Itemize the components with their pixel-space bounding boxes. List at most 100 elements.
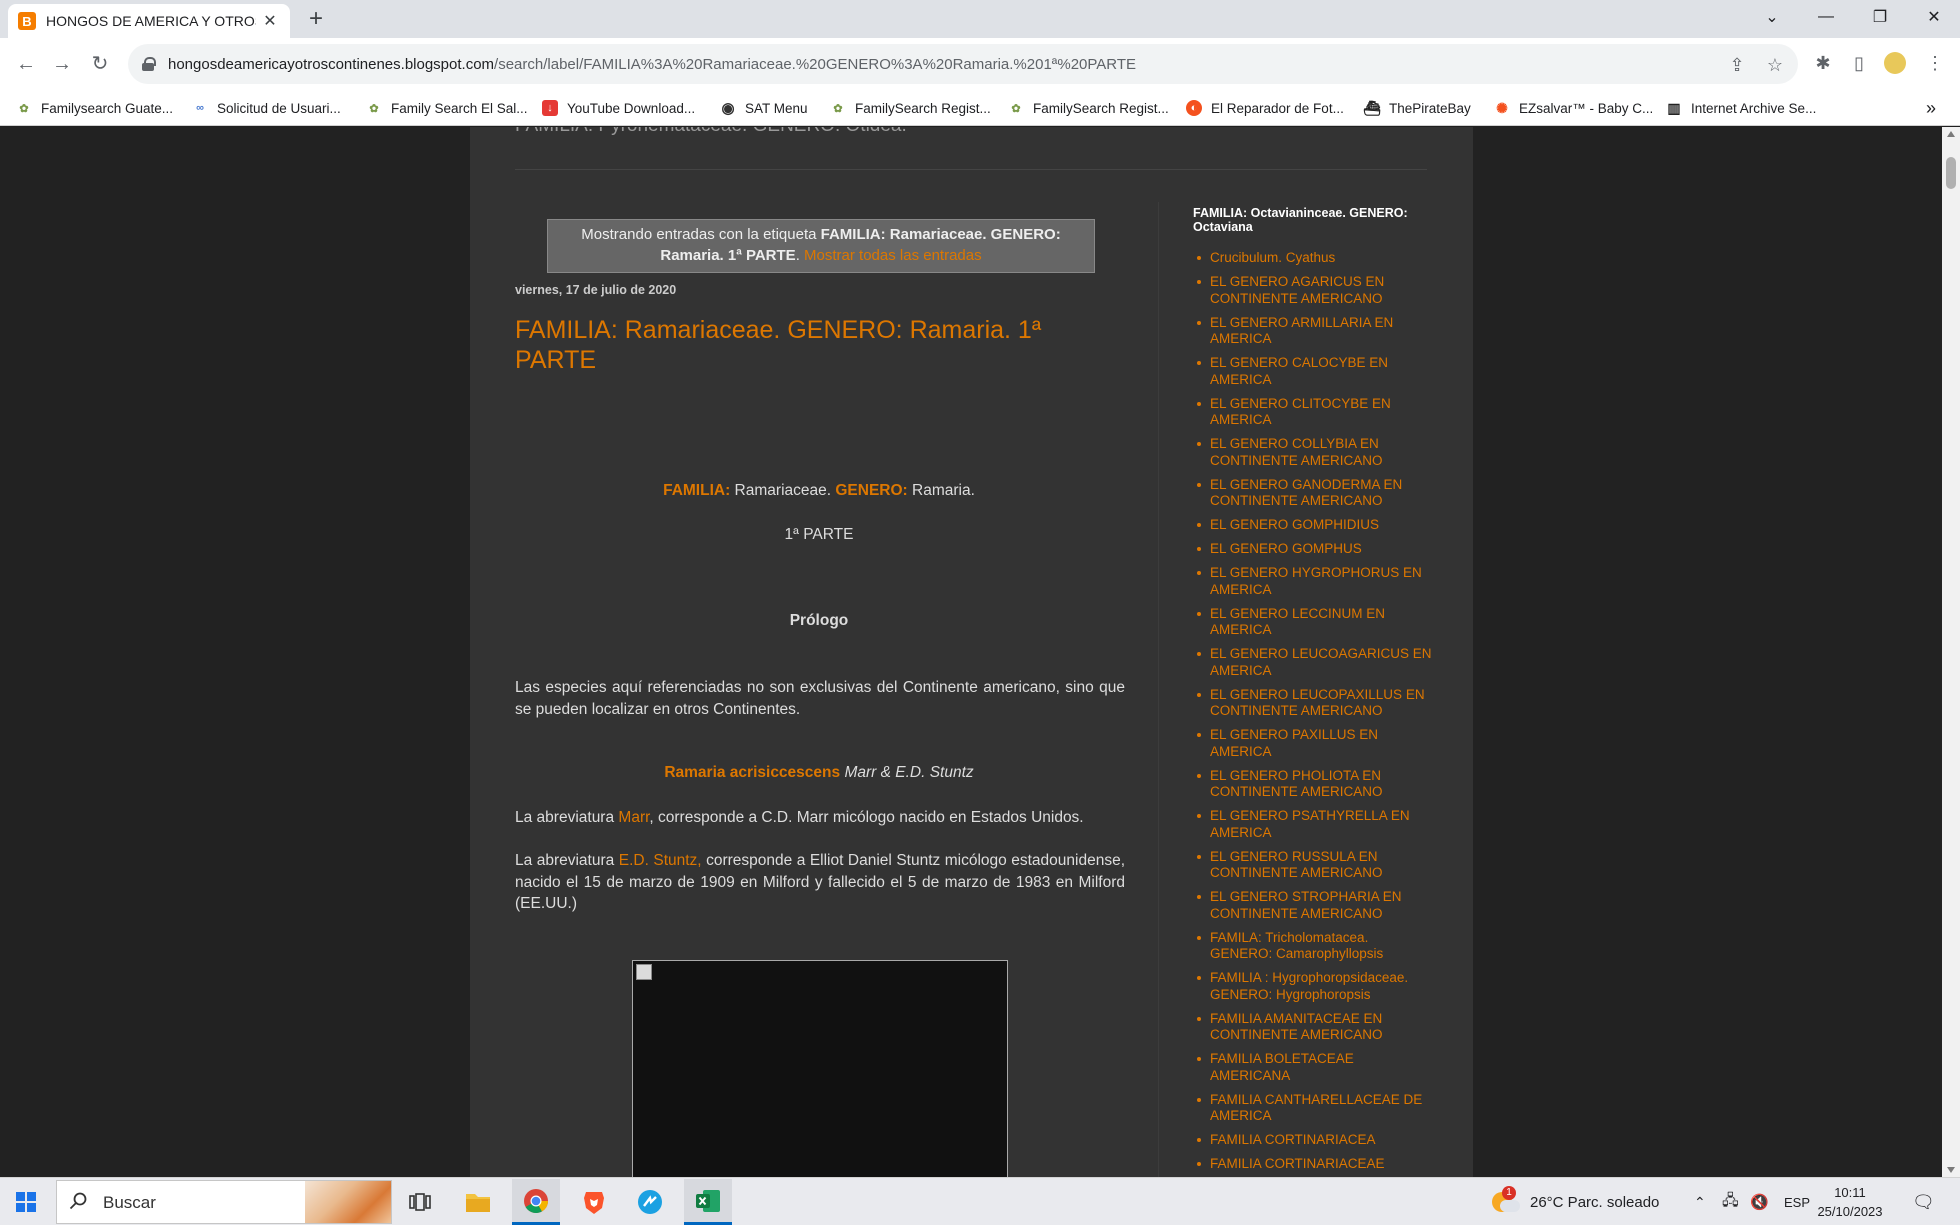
scroll-thumb[interactable]	[1946, 157, 1956, 189]
page-viewport: FAMILIA: Pyronemataceae. GENERO: Otidea.…	[0, 127, 1942, 1177]
lock-icon[interactable]	[142, 57, 156, 71]
speed-app-icon[interactable]	[626, 1179, 674, 1225]
page-scrollbar[interactable]	[1942, 127, 1960, 1177]
bookmark-item[interactable]: ↓ YouTube Download...	[542, 90, 695, 126]
post-title[interactable]: FAMILIA: Ramariaceae. GENERO: Ramaria. 1…	[515, 315, 1075, 375]
search-icon	[69, 1192, 87, 1210]
minimize-button[interactable]: —	[1800, 0, 1852, 34]
sidebar-item[interactable]: EL GENERO STROPHARIA EN CONTINENTE AMERI…	[1193, 889, 1433, 922]
sidebar-item[interactable]: EL GENERO LEUCOPAXILLUS EN CONTINENTE AM…	[1193, 687, 1433, 720]
bookmark-item[interactable]: ▥ Internet Archive Se...	[1666, 90, 1816, 126]
sidebar-item[interactable]: EL GENERO PSATHYRELLA EN AMERICA	[1193, 808, 1433, 841]
weather-text: 26°C Parc. soleado	[1530, 1193, 1660, 1211]
tray-overflow-icon[interactable]: ⌃	[1694, 1178, 1706, 1225]
sidebar-item[interactable]: EL GENERO ARMILLARIA EN AMERICA	[1193, 315, 1433, 348]
bookmarks-overflow-button[interactable]: »	[1926, 90, 1936, 126]
bookmark-item[interactable]: ✿ FamilySearch Regist...	[830, 90, 990, 126]
sidebar-item[interactable]: EL GENERO PHOLIOTA EN CONTINENTE AMERICA…	[1193, 768, 1433, 801]
scroll-down-icon[interactable]	[1947, 1167, 1955, 1173]
tab-active[interactable]: B HONGOS DE AMERICA Y OTROS CONTINENTES …	[8, 4, 290, 38]
sidebar-label-list: Crucibulum. Cyathus EL GENERO AGARICUS E…	[1193, 250, 1433, 1173]
intro-paragraph: Las especies aquí referenciadas no son e…	[515, 679, 1125, 718]
marr-link[interactable]: Marr	[618, 809, 649, 826]
sidebar-item[interactable]: EL GENERO GOMPHUS	[1193, 541, 1433, 558]
sidebar-item[interactable]: FAMILIA : Hygrophoropsidaceae. GENERO: H…	[1193, 970, 1433, 1003]
menu-kebab-icon[interactable]: ⋮	[1924, 52, 1946, 74]
forward-icon[interactable]: →	[48, 50, 76, 78]
sidebar-item[interactable]: EL GENERO GOMPHIDIUS	[1193, 517, 1433, 534]
broken-image-icon	[636, 964, 652, 980]
share-icon[interactable]: ⇪	[1726, 54, 1748, 76]
sidebar-item[interactable]: EL GENERO LECCINUM EN AMERICA	[1193, 606, 1433, 639]
sidebar-item[interactable]: FAMILA: Tricholomatacea. GENERO: Camarop…	[1193, 930, 1433, 963]
family-genus-line: FAMILIA: Ramariaceae. GENERO: Ramaria.	[663, 482, 975, 499]
sidebar-item[interactable]: Crucibulum. Cyathus	[1193, 250, 1433, 267]
volume-muted-icon[interactable]: 🔇	[1750, 1178, 1769, 1225]
close-window-button[interactable]: ✕	[1908, 0, 1960, 34]
weather-widget[interactable]: 1 26°C Parc. soleado	[1490, 1178, 1659, 1225]
sidebar-item[interactable]: FAMILIA AMANITACEAE EN CONTINENTE AMERIC…	[1193, 1011, 1433, 1044]
restore-button[interactable]: ❐	[1854, 0, 1906, 34]
windows-taskbar: Buscar 1 26°C Parc. soleado ⌃ 🖧 🔇 ESP 10…	[0, 1177, 1960, 1225]
excel-icon[interactable]	[684, 1179, 732, 1225]
sidebar-item[interactable]: EL GENERO GANODERMA EN CONTINENTE AMERIC…	[1193, 477, 1433, 510]
label-filter-box: Mostrando entradas con la etiqueta FAMIL…	[547, 219, 1095, 273]
sidebar-item[interactable]: FAMILIA CANTHARELLACEAE DE AMERICA	[1193, 1092, 1433, 1125]
notifications-icon[interactable]: 🗨	[1912, 1178, 1935, 1225]
sidebar-item[interactable]: EL GENERO PAXILLUS EN AMERICA	[1193, 727, 1433, 760]
sidebar-item[interactable]: EL GENERO COLLYBIA EN CONTINENTE AMERICA…	[1193, 436, 1433, 469]
windows-start-icon[interactable]	[16, 1192, 36, 1212]
sidebar-item[interactable]: EL GENERO RUSSULA EN CONTINENTE AMERICAN…	[1193, 849, 1433, 882]
scroll-up-icon[interactable]	[1947, 131, 1955, 137]
sidebar-item[interactable]: EL GENERO CALOCYBE EN AMERICA	[1193, 355, 1433, 388]
header-divider	[515, 169, 1427, 170]
sidebar-item[interactable]: FAMILIA CORTINARIACEAE	[1193, 1156, 1433, 1173]
url-text[interactable]: hongosdeamericayotroscontinenes.blogspot…	[168, 56, 1136, 73]
close-tab-icon[interactable]: ✕	[260, 11, 280, 31]
profile-avatar[interactable]	[1884, 52, 1906, 74]
brave-icon[interactable]	[570, 1179, 618, 1225]
network-icon[interactable]: 🖧	[1722, 1178, 1739, 1225]
sidebar-item[interactable]: FAMILIA BOLETACEAE AMERICANA	[1193, 1051, 1433, 1084]
new-tab-button[interactable]: +	[302, 6, 330, 34]
file-explorer-icon[interactable]	[454, 1179, 502, 1225]
task-view-icon[interactable]	[396, 1179, 444, 1225]
bookmark-item[interactable]: ✿ Familysearch Guate...	[16, 90, 173, 126]
sidebar-title[interactable]: FAMILIA: Octavianinceae. GENERO: Octavia…	[1193, 206, 1433, 234]
bookmark-item[interactable]: ⛴ ThePirateBay	[1363, 90, 1471, 126]
side-panel-icon[interactable]: ▯	[1848, 52, 1870, 74]
show-all-posts-link[interactable]: Mostrar todas las entradas	[804, 247, 982, 264]
post-date: viernes, 17 de julio de 2020	[515, 283, 677, 297]
bookmark-item[interactable]: ✺ EZsalvar™ - Baby C...	[1494, 90, 1653, 126]
sidebar-item[interactable]: EL GENERO HYGROPHORUS EN AMERICA	[1193, 565, 1433, 598]
system-clock[interactable]: 10:11 25/10/2023	[1812, 1183, 1888, 1221]
bookmark-item[interactable]: ∞ Solicitud de Usuari...	[192, 90, 341, 126]
bookmark-item[interactable]: ✿ Family Search El Sal...	[366, 90, 527, 126]
sidebar-item[interactable]: EL GENERO AGARICUS EN CONTINENTE AMERICA…	[1193, 274, 1433, 307]
reload-icon[interactable]: ↻	[86, 50, 114, 78]
tree-icon: ✿	[19, 102, 29, 115]
tree-icon: ✿	[1011, 102, 1021, 115]
previous-header-text: FAMILIA: Pyronemataceae. GENERO: Otidea.	[515, 127, 907, 137]
flame-icon: ✺	[1496, 99, 1508, 116]
address-bar[interactable]: hongosdeamericayotroscontinenes.blogspot…	[128, 44, 1798, 84]
language-indicator[interactable]: ESP	[1784, 1178, 1810, 1225]
chrome-icon[interactable]	[512, 1179, 560, 1225]
bookmark-star-icon[interactable]: ☆	[1764, 54, 1786, 76]
bookmark-item[interactable]: ◉ SAT Menu	[720, 90, 807, 126]
abbreviation-stuntz: La abreviatura E.D. Stuntz, corresponde …	[515, 852, 1126, 912]
sidebar-item[interactable]: EL GENERO CLITOCYBE EN AMERICA	[1193, 396, 1433, 429]
back-icon[interactable]: ←	[12, 50, 40, 78]
sidebar-item[interactable]: EL GENERO LEUCOAGARICUS EN AMERICA	[1193, 646, 1433, 679]
broken-image	[632, 960, 1008, 1177]
bookmark-item[interactable]: ◐ El Reparador de Fot...	[1186, 90, 1344, 126]
stuntz-link[interactable]: E.D. Stuntz,	[619, 852, 702, 869]
bookmark-item[interactable]: ✿ FamilySearch Regist...	[1008, 90, 1168, 126]
link-icon: ∞	[196, 102, 204, 114]
taskbar-search[interactable]: Buscar	[56, 1180, 392, 1224]
blogger-icon: B	[18, 12, 36, 30]
extensions-icon[interactable]: ✱	[1812, 52, 1834, 74]
sidebar-item[interactable]: FAMILIA CORTINARIACEA	[1193, 1132, 1433, 1149]
tab-search-icon[interactable]: ⌄	[1746, 0, 1798, 34]
search-placeholder: Buscar	[103, 1193, 156, 1212]
